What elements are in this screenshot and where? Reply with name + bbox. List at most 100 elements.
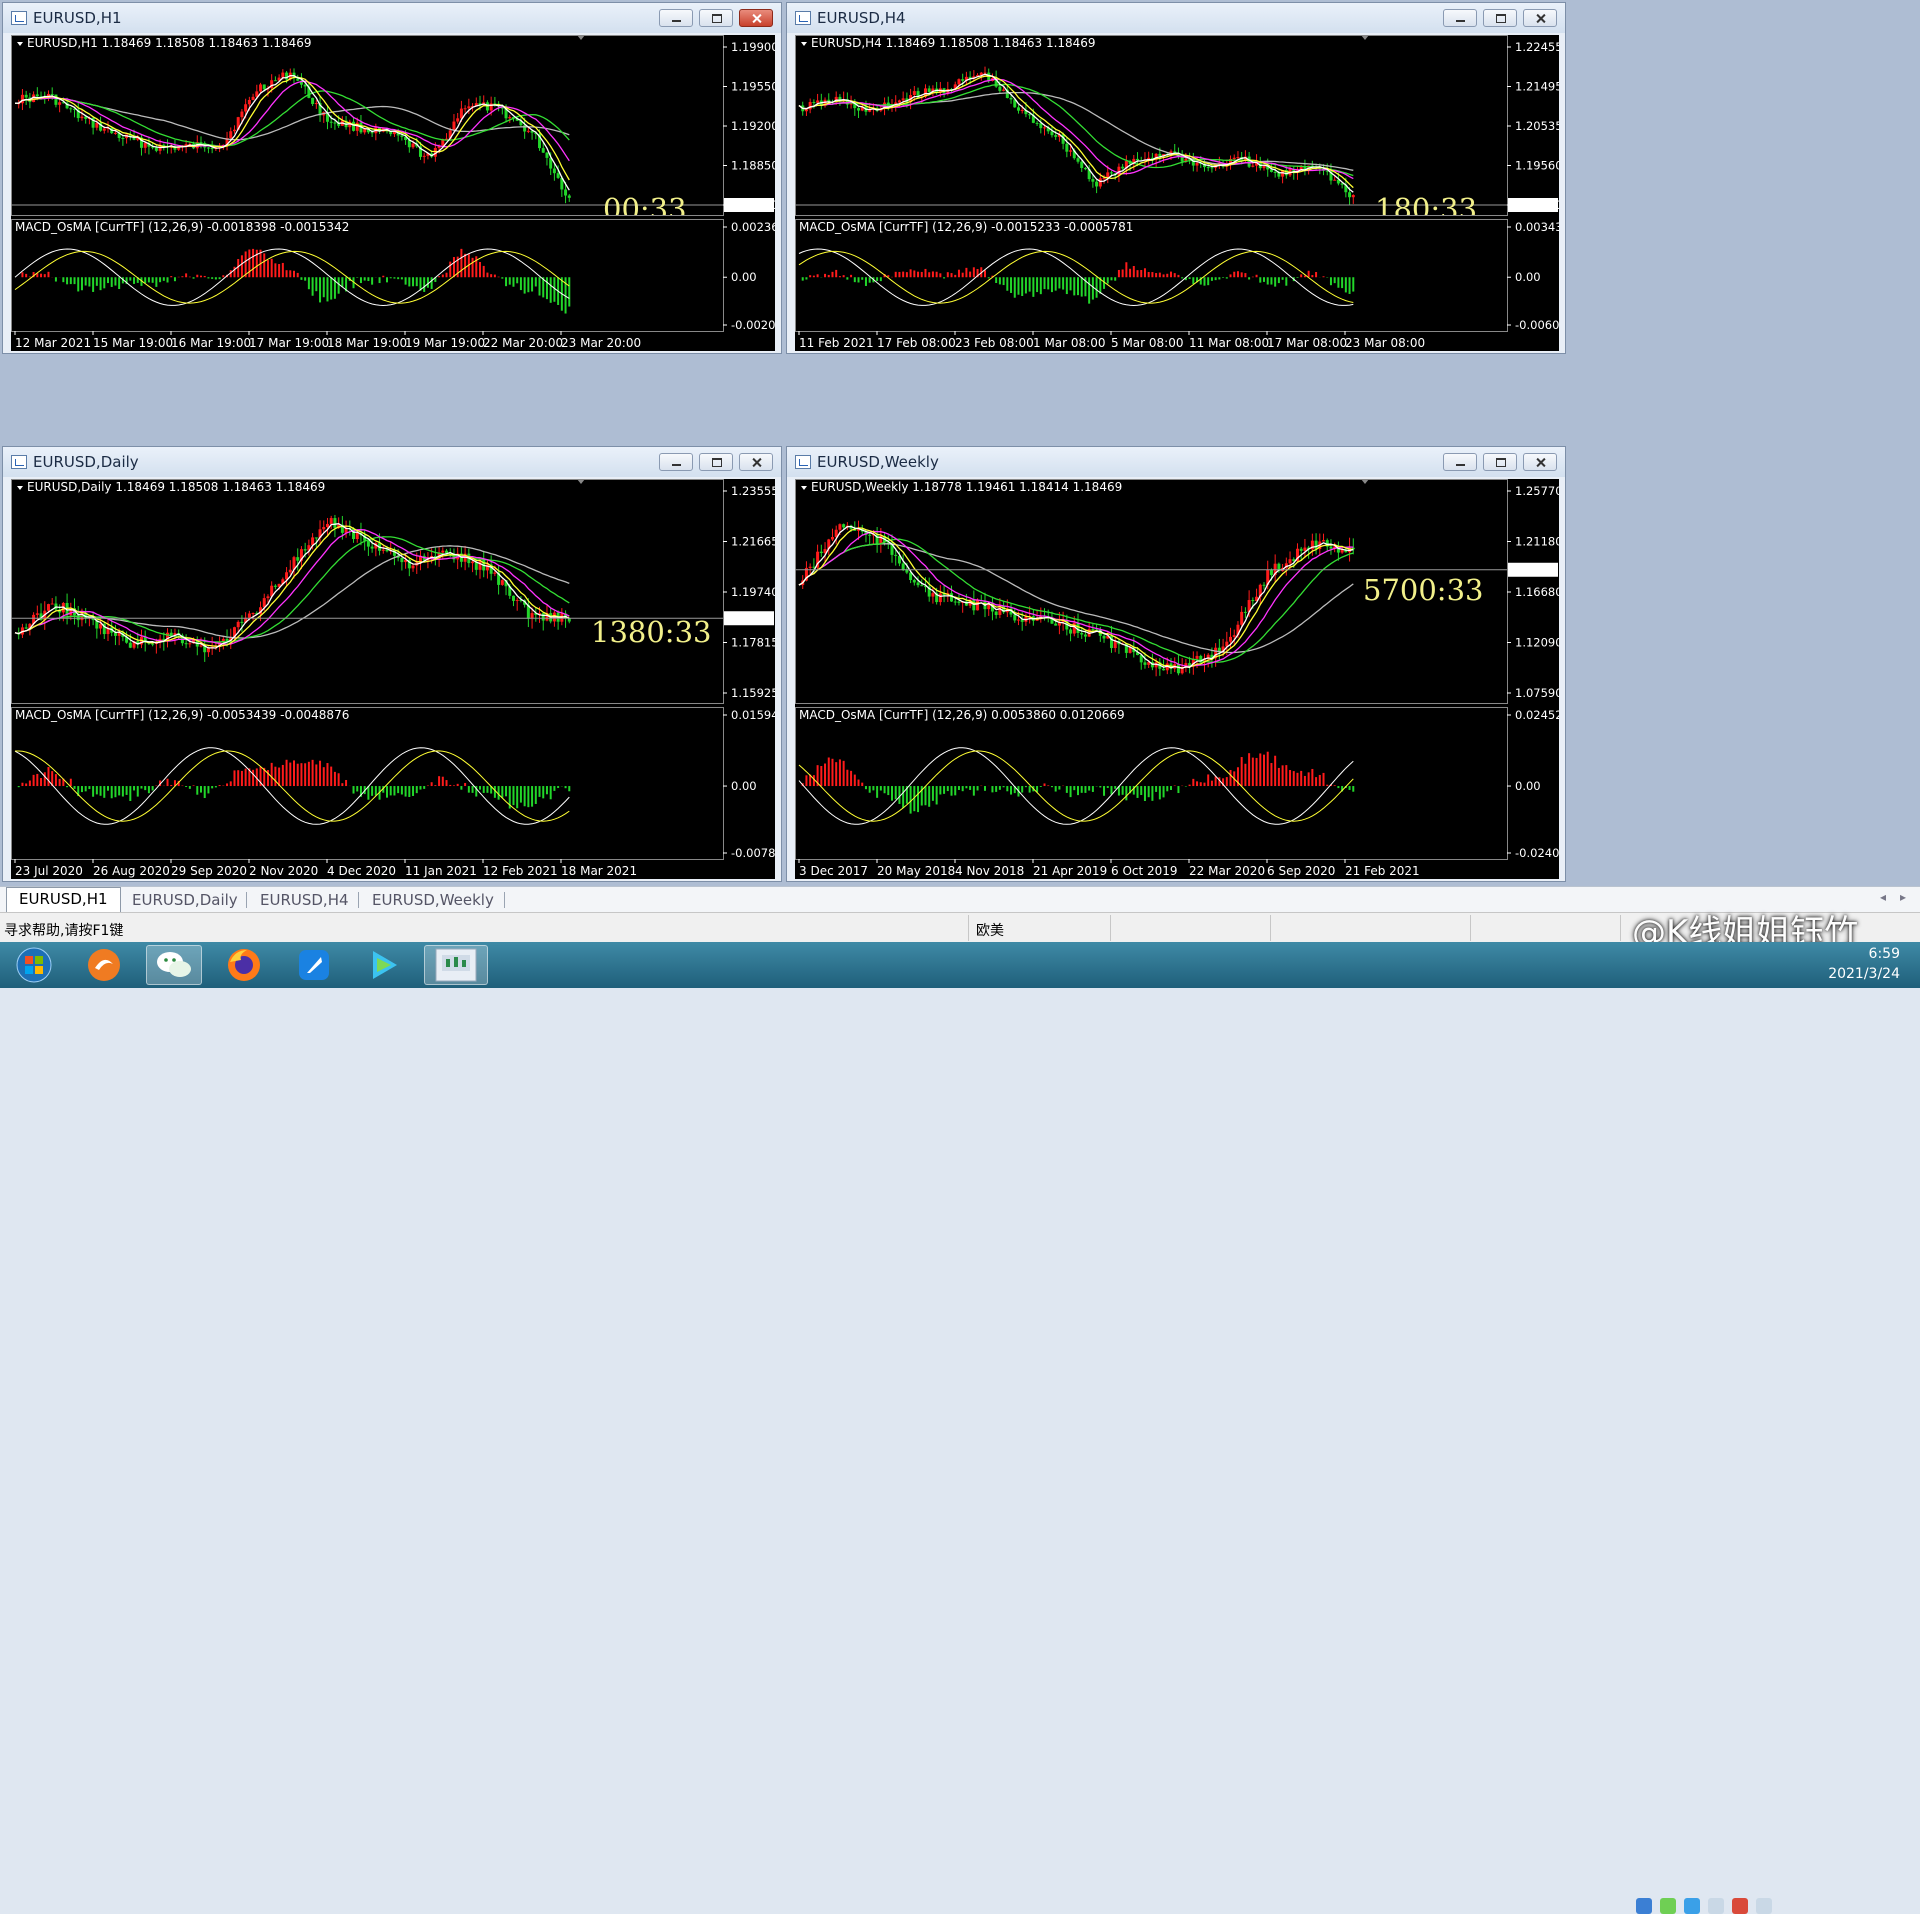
scroll-left-arrow[interactable]: ◂ — [1880, 890, 1886, 904]
chart-area[interactable]: EURUSD,Weekly 1.18778 1.19461 1.18414 1.… — [795, 479, 1559, 879]
window-titlebar[interactable]: EURUSD,Daily — [3, 447, 781, 477]
date-tick-label: 18 Mar 2021 — [561, 864, 637, 878]
macd-bar — [1003, 786, 1005, 787]
macd-tick-label: 0.00 — [1515, 270, 1541, 284]
chart-menu-arrow-icon[interactable] — [801, 42, 807, 46]
tab-eurusd-weekly[interactable]: EURUSD,Weekly — [360, 889, 506, 911]
chart-menu-arrow-icon[interactable] — [17, 486, 23, 490]
macd-bar — [431, 782, 433, 786]
feather-app-icon[interactable] — [286, 945, 342, 985]
chart-shift-marker-icon[interactable] — [577, 479, 585, 484]
date-tick-label: 21 Apr 2019 — [1033, 864, 1107, 878]
close-button[interactable] — [1523, 9, 1557, 27]
chart-shift-marker-icon[interactable] — [577, 35, 585, 40]
chart-window-h4[interactable]: EURUSD,H4 EURUSD,H4 1.18469 1.18508 1.18… — [786, 2, 1566, 354]
tray-security-icon[interactable] — [1684, 1898, 1700, 1914]
tray-wechat-icon[interactable] — [1660, 1898, 1676, 1914]
candle-body — [957, 79, 960, 84]
macd-bar — [969, 272, 971, 278]
macd-bar — [341, 783, 343, 786]
macd-bar — [85, 277, 87, 285]
tray-network-icon[interactable] — [1708, 1898, 1724, 1914]
app-orange-icon[interactable] — [76, 945, 132, 985]
window-titlebar[interactable]: EURUSD,Weekly — [787, 447, 1565, 477]
chart-area[interactable]: EURUSD,Daily 1.18469 1.18508 1.18463 1.1… — [11, 479, 775, 879]
macd-bar — [386, 277, 388, 282]
tab-eurusd-daily[interactable]: EURUSD,Daily — [120, 889, 250, 911]
trading-app-icon[interactable] — [424, 945, 488, 985]
macd-bar — [408, 786, 410, 797]
candle-body — [1065, 144, 1068, 152]
window-titlebar[interactable]: EURUSD,H4 — [787, 3, 1565, 33]
chart-menu-arrow-icon[interactable] — [17, 42, 23, 46]
macd-bar — [817, 274, 819, 277]
macd-bar — [928, 786, 930, 807]
maximize-button[interactable] — [699, 9, 733, 27]
macd-bar — [991, 786, 993, 792]
macd-bar — [96, 277, 98, 286]
macd-bar — [1270, 763, 1272, 786]
tray-signal-icon[interactable] — [1756, 1898, 1772, 1914]
chart-area[interactable]: EURUSD,H1 1.18469 1.18508 1.18463 1.1846… — [11, 35, 775, 351]
macd-bar — [334, 772, 336, 786]
tray-volume-muted-icon[interactable] — [1732, 1898, 1748, 1914]
macd-bar — [1148, 786, 1150, 797]
chart-window-weekly[interactable]: EURUSD,Weekly EURUSD,Weekly 1.18778 1.19… — [786, 446, 1566, 882]
date-tick-label: 17 Mar 19:00 — [249, 336, 329, 350]
macd-bar — [568, 277, 570, 306]
macd-bar — [1170, 272, 1172, 278]
price-tick-label: 1.19900 — [731, 40, 775, 54]
macd-bar — [898, 786, 900, 804]
candle-body — [464, 108, 467, 109]
date-tick-label: 12 Mar 2021 — [15, 336, 91, 350]
candle-body — [1348, 192, 1351, 197]
macd-bar — [326, 763, 328, 786]
maximize-button[interactable] — [1483, 9, 1517, 27]
macd-bar — [479, 786, 481, 790]
maximize-button[interactable] — [1483, 453, 1517, 471]
windows-start-icon[interactable] — [6, 945, 62, 985]
tab-eurusd-h1[interactable]: EURUSD,H1 — [6, 887, 121, 913]
clock-time: 6:59 — [1828, 944, 1900, 964]
macd-bar — [468, 786, 470, 793]
macd-bar — [1073, 786, 1075, 790]
macd-bar — [1248, 753, 1250, 786]
minimize-button[interactable] — [1443, 9, 1477, 27]
minimize-button[interactable] — [1443, 453, 1477, 471]
macd-signal-line — [15, 251, 569, 303]
firefox-icon[interactable] — [216, 945, 272, 985]
macd-bar — [1125, 262, 1127, 277]
macd-bar — [100, 277, 102, 290]
candle-body — [1017, 107, 1020, 110]
macd-bar — [553, 277, 555, 302]
media-player-icon[interactable] — [356, 945, 412, 985]
tab-eurusd-h4[interactable]: EURUSD,H4 — [248, 889, 361, 911]
minimize-button[interactable] — [659, 9, 693, 27]
macd-bar — [55, 277, 57, 281]
chart-menu-arrow-icon[interactable] — [801, 486, 807, 490]
price-tick-label: 1.25770 — [1515, 484, 1559, 498]
chart-window-h1[interactable]: EURUSD,H1 EURUSD,H1 1.18469 1.18508 1.18… — [2, 2, 782, 354]
wechat-icon[interactable] — [146, 945, 202, 985]
taskbar-clock[interactable]: 6:59 2021/3/24 — [1828, 944, 1900, 984]
chart-shift-marker-icon[interactable] — [1361, 479, 1369, 484]
chart-window-daily[interactable]: EURUSD,Daily EURUSD,Daily 1.18469 1.1850… — [2, 446, 782, 882]
window-titlebar[interactable]: EURUSD,H1 — [3, 3, 781, 33]
close-button[interactable] — [739, 453, 773, 471]
macd-bar — [902, 272, 904, 278]
macd-bar — [494, 275, 496, 278]
chart-area[interactable]: EURUSD,H4 1.18469 1.18508 1.18463 1.1846… — [795, 35, 1559, 351]
minimize-button[interactable] — [659, 453, 693, 471]
close-button[interactable] — [739, 9, 773, 27]
macd-bar — [181, 276, 183, 277]
chart-shift-marker-icon[interactable] — [1361, 35, 1369, 40]
scroll-right-arrow[interactable]: ▸ — [1900, 890, 1906, 904]
macd-bar — [271, 259, 273, 277]
candle-body — [1233, 158, 1236, 159]
maximize-button[interactable] — [699, 453, 733, 471]
macd-bar — [1084, 786, 1086, 793]
macd-bar — [133, 277, 135, 284]
close-button[interactable] — [1523, 453, 1557, 471]
macd-bar — [1226, 277, 1228, 278]
tray-shield-icon[interactable] — [1636, 1898, 1652, 1914]
